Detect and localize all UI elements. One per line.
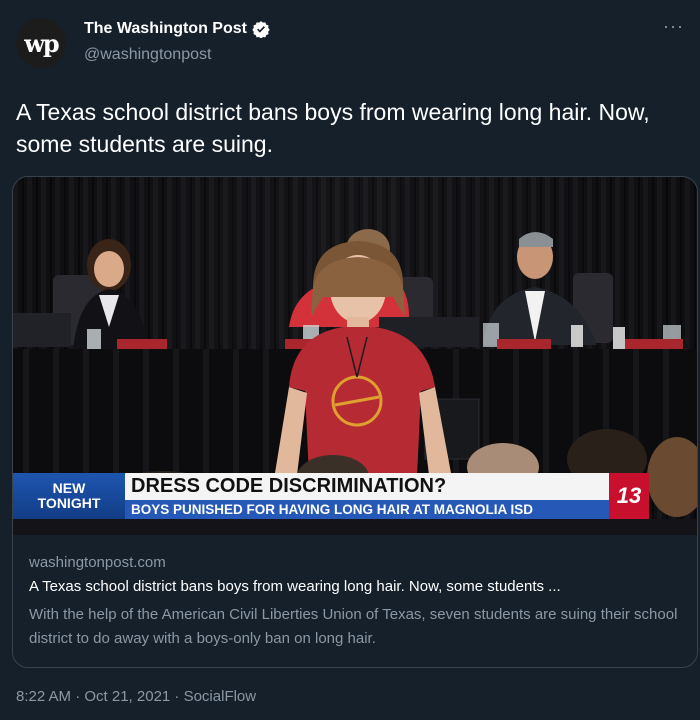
tweet-timestamp[interactable]: 8:22 AM · Oct 21, 2021 · SocialFlow <box>16 688 256 705</box>
author-display-name[interactable]: The Washington Post <box>84 20 247 38</box>
avatar-logo-text: wp <box>24 28 59 58</box>
author-avatar[interactable]: wp <box>16 18 66 68</box>
tweet-text: A Texas school district bans boys from w… <box>16 99 650 157</box>
station-logo: 13 <box>609 473 649 519</box>
more-options-icon[interactable]: ··· <box>663 16 684 37</box>
verified-badge-icon <box>252 20 270 39</box>
tag-line-new: NEW <box>52 480 86 496</box>
card-image[interactable]: NEW TONIGHT DRESS CODE DISCRIMINATION? B… <box>13 177 697 535</box>
card-domain: washingtonpost.com <box>29 554 166 571</box>
card-description: With the help of the American Civil Libe… <box>29 606 678 647</box>
tag-line-tonight: TONIGHT <box>37 495 101 511</box>
link-card[interactable]: NEW TONIGHT DRESS CODE DISCRIMINATION? B… <box>12 176 698 668</box>
broadcast-subline: BOYS PUNISHED FOR HAVING LONG HAIR AT MA… <box>125 500 611 519</box>
broadcast-lower-third: NEW TONIGHT DRESS CODE DISCRIMINATION? B… <box>13 473 697 519</box>
author-name-row: The Washington Post <box>84 20 270 39</box>
card-title[interactable]: A Texas school district bans boys from w… <box>29 578 561 595</box>
new-tonight-tag: NEW TONIGHT <box>13 473 128 519</box>
author-handle[interactable]: @washingtonpost <box>84 46 211 64</box>
broadcast-headline: DRESS CODE DISCRIMINATION? <box>125 473 611 500</box>
